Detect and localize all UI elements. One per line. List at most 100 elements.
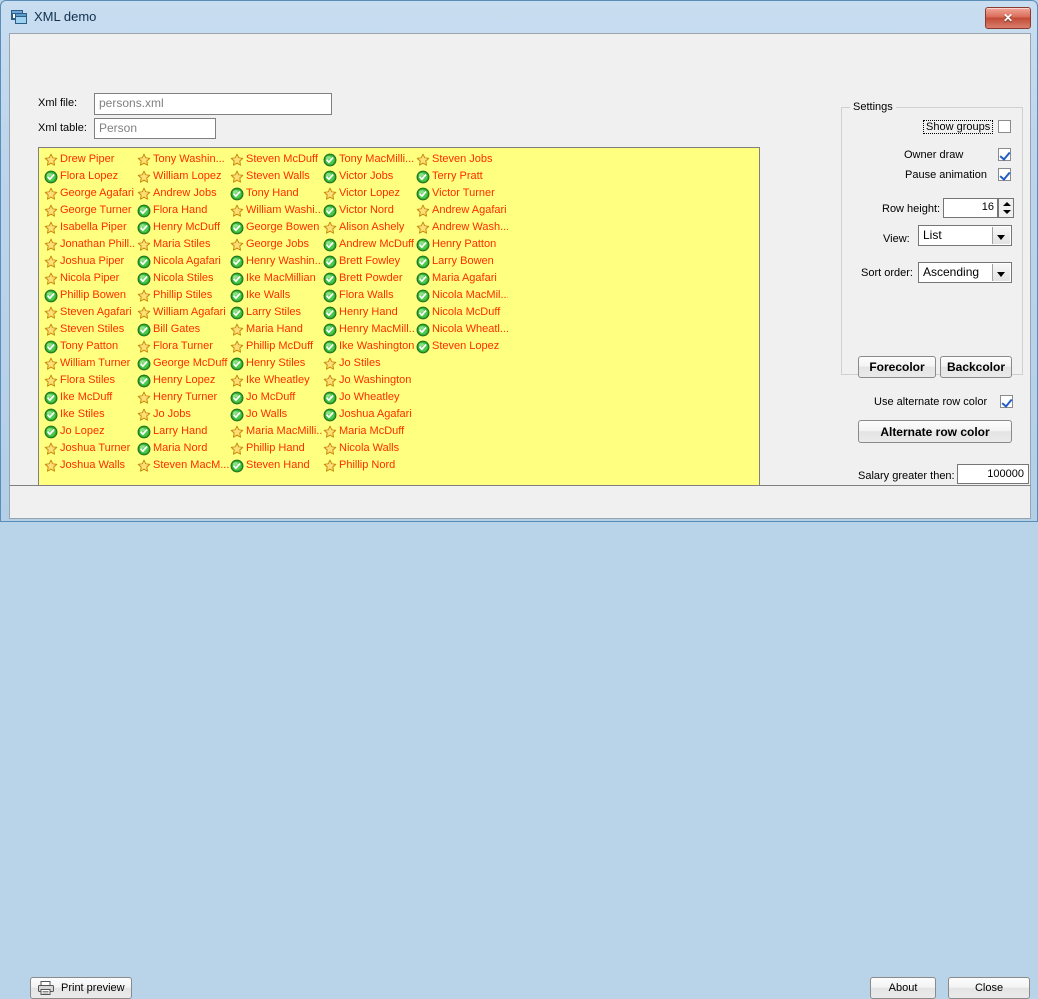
list-item[interactable]: Nicola Wheatl... bbox=[415, 321, 508, 338]
list-item[interactable]: Phillip Bowen bbox=[43, 287, 136, 304]
list-item[interactable]: Tony Washin... bbox=[136, 151, 229, 168]
show-groups-checkbox[interactable] bbox=[998, 120, 1011, 133]
chevron-down-icon[interactable] bbox=[992, 227, 1010, 244]
list-item[interactable]: Steven MacM... bbox=[136, 457, 229, 474]
print-preview-button[interactable]: Print preview bbox=[30, 977, 132, 999]
list-item[interactable]: Ike McDuff bbox=[43, 389, 136, 406]
list-item[interactable]: Joshua Agafari bbox=[322, 406, 415, 423]
sort-order-select[interactable]: Ascending bbox=[918, 262, 1012, 283]
close-button[interactable]: Close bbox=[948, 977, 1030, 999]
list-item[interactable]: Jo McDuff bbox=[229, 389, 322, 406]
list-item[interactable]: Jo Stiles bbox=[322, 355, 415, 372]
xml-file-input[interactable]: persons.xml bbox=[94, 93, 332, 115]
list-item[interactable]: George Agafari bbox=[43, 185, 136, 202]
list-item[interactable]: Henry Hand bbox=[322, 304, 415, 321]
about-button[interactable]: About bbox=[870, 977, 936, 999]
list-item[interactable]: Brett Powder bbox=[322, 270, 415, 287]
list-item[interactable]: Flora Turner bbox=[136, 338, 229, 355]
list-item[interactable]: Jo Wheatley bbox=[322, 389, 415, 406]
list-item[interactable]: Steven Lopez bbox=[415, 338, 508, 355]
list-item[interactable]: Nicola Walls bbox=[322, 440, 415, 457]
list-item[interactable]: Andrew McDuff bbox=[322, 236, 415, 253]
salary-input[interactable]: 100000 bbox=[957, 464, 1029, 484]
list-item[interactable]: Terry Pratt bbox=[415, 168, 508, 185]
stepper-down-icon[interactable] bbox=[999, 208, 1013, 217]
row-height-stepper[interactable] bbox=[998, 198, 1014, 218]
list-item[interactable]: Steven Jobs bbox=[415, 151, 508, 168]
list-item[interactable]: Victor Nord bbox=[322, 202, 415, 219]
list-item[interactable]: Flora Walls bbox=[322, 287, 415, 304]
list-item[interactable]: William Agafari bbox=[136, 304, 229, 321]
owner-draw-checkbox[interactable] bbox=[998, 148, 1011, 161]
list-item[interactable]: George Bowen bbox=[229, 219, 322, 236]
list-item[interactable]: Steven Stiles bbox=[43, 321, 136, 338]
stepper-up-icon[interactable] bbox=[999, 199, 1013, 208]
view-select[interactable]: List bbox=[918, 225, 1012, 246]
list-item[interactable]: Tony MacMilli... bbox=[322, 151, 415, 168]
list-item[interactable]: Phillip Stiles bbox=[136, 287, 229, 304]
list-item[interactable]: Joshua Turner bbox=[43, 440, 136, 457]
list-item[interactable]: Henry McDuff bbox=[136, 219, 229, 236]
list-item[interactable]: George McDuff bbox=[136, 355, 229, 372]
list-item[interactable]: Jo Walls bbox=[229, 406, 322, 423]
list-item[interactable]: Maria MacMilli... bbox=[229, 423, 322, 440]
list-item[interactable]: William Turner bbox=[43, 355, 136, 372]
use-alternate-row-color-checkbox[interactable] bbox=[1000, 395, 1013, 408]
forecolor-button[interactable]: Forecolor bbox=[858, 356, 936, 378]
list-item[interactable]: Nicola Stiles bbox=[136, 270, 229, 287]
list-item[interactable]: Andrew Wash... bbox=[415, 219, 508, 236]
list-item[interactable]: Henry Turner bbox=[136, 389, 229, 406]
list-item[interactable]: Nicola Piper bbox=[43, 270, 136, 287]
list-item[interactable]: Phillip Nord bbox=[322, 457, 415, 474]
list-item[interactable]: Flora Lopez bbox=[43, 168, 136, 185]
list-item[interactable]: Nicola MacMil... bbox=[415, 287, 508, 304]
list-item[interactable]: Victor Jobs bbox=[322, 168, 415, 185]
list-item[interactable]: Steven Walls bbox=[229, 168, 322, 185]
list-item[interactable]: Drew Piper bbox=[43, 151, 136, 168]
row-height-input[interactable]: 16 bbox=[943, 198, 998, 218]
list-item[interactable]: Flora Stiles bbox=[43, 372, 136, 389]
list-item[interactable]: Henry MacMill... bbox=[322, 321, 415, 338]
list-item[interactable]: Andrew Agafari bbox=[415, 202, 508, 219]
list-item[interactable]: George Jobs bbox=[229, 236, 322, 253]
backcolor-button[interactable]: Backcolor bbox=[940, 356, 1012, 378]
list-item[interactable]: Tony Hand bbox=[229, 185, 322, 202]
list-item[interactable]: Andrew Jobs bbox=[136, 185, 229, 202]
list-item[interactable]: William Lopez bbox=[136, 168, 229, 185]
list-item[interactable]: Flora Hand bbox=[136, 202, 229, 219]
list-item[interactable]: Joshua Piper bbox=[43, 253, 136, 270]
list-item[interactable]: Tony Patton bbox=[43, 338, 136, 355]
list-item[interactable]: Larry Hand bbox=[136, 423, 229, 440]
list-item[interactable]: Steven Hand bbox=[229, 457, 322, 474]
list-item[interactable]: Maria Stiles bbox=[136, 236, 229, 253]
list-item[interactable]: Ike Washington bbox=[322, 338, 415, 355]
person-list-view[interactable]: Drew Piper Flora Lopez George Agafari Georg… bbox=[38, 147, 760, 500]
list-item[interactable]: George Turner bbox=[43, 202, 136, 219]
list-item[interactable]: Henry Lopez bbox=[136, 372, 229, 389]
list-item[interactable]: Victor Lopez bbox=[322, 185, 415, 202]
list-item[interactable]: Bill Gates bbox=[136, 321, 229, 338]
list-item[interactable]: Ike MacMillian bbox=[229, 270, 322, 287]
alternate-row-color-button[interactable]: Alternate row color bbox=[858, 420, 1012, 443]
list-item[interactable]: Larry Bowen bbox=[415, 253, 508, 270]
list-item[interactable]: Jo Washington bbox=[322, 372, 415, 389]
list-item[interactable]: Phillip Hand bbox=[229, 440, 322, 457]
list-item[interactable]: Ike Wheatley bbox=[229, 372, 322, 389]
list-item[interactable]: Maria Agafari bbox=[415, 270, 508, 287]
list-item[interactable]: Larry Stiles bbox=[229, 304, 322, 321]
list-item[interactable]: Ike Stiles bbox=[43, 406, 136, 423]
list-item[interactable]: Ike Walls bbox=[229, 287, 322, 304]
list-item[interactable]: Steven McDuff bbox=[229, 151, 322, 168]
close-icon[interactable]: ✕ bbox=[985, 7, 1031, 29]
list-item[interactable]: Henry Patton bbox=[415, 236, 508, 253]
list-item[interactable]: Nicola Agafari bbox=[136, 253, 229, 270]
list-item[interactable]: Alison Ashely bbox=[322, 219, 415, 236]
list-item[interactable]: Henry Stiles bbox=[229, 355, 322, 372]
list-item[interactable]: Jo Jobs bbox=[136, 406, 229, 423]
list-item[interactable]: Jonathan Phill... bbox=[43, 236, 136, 253]
xml-table-input[interactable]: Person bbox=[94, 118, 216, 139]
list-item[interactable]: Maria McDuff bbox=[322, 423, 415, 440]
pause-animation-checkbox[interactable] bbox=[998, 168, 1011, 181]
list-item[interactable]: Maria Hand bbox=[229, 321, 322, 338]
list-item[interactable]: Joshua Walls bbox=[43, 457, 136, 474]
